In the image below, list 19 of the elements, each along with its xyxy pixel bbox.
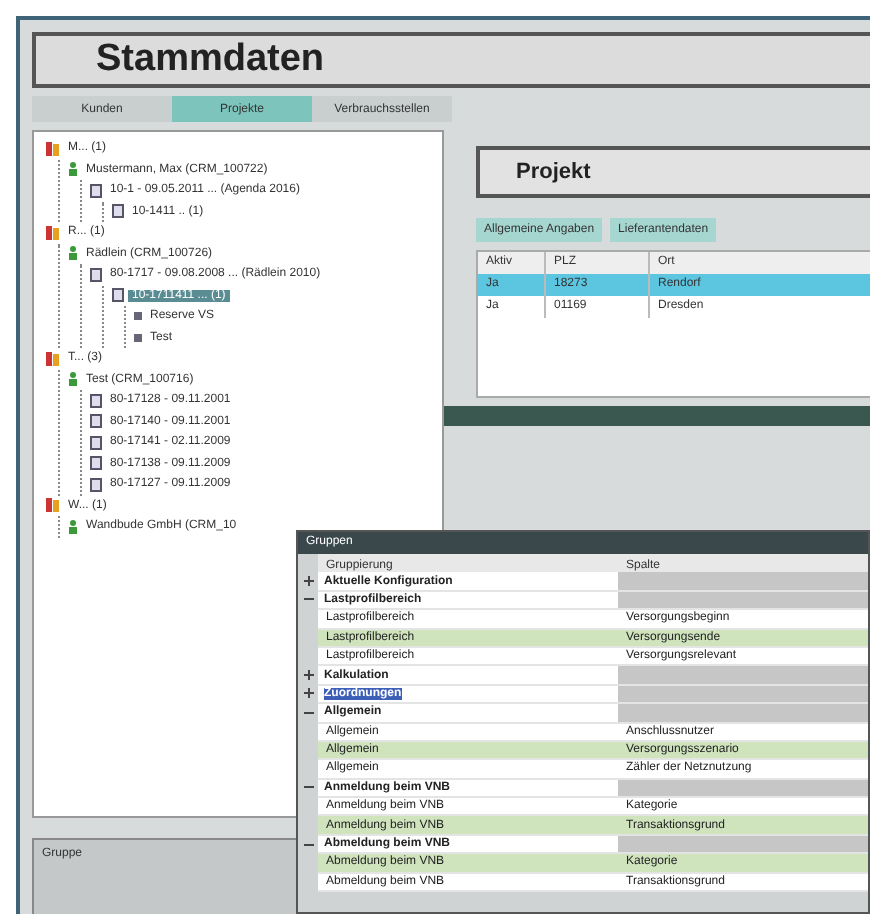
collapse-icon[interactable] [304,594,314,605]
people-icon [46,225,60,240]
bullet-icon [134,312,142,321]
people-icon [46,351,60,366]
collapse-icon[interactable] [304,707,314,718]
collapse-icon[interactable] [304,782,314,793]
bullet-icon [134,333,142,342]
person-icon [68,246,78,261]
person-icon [68,162,78,177]
expand-icon[interactable] [304,670,314,681]
panel-title: Projekt [476,146,870,198]
people-icon [46,498,60,513]
person-icon [68,519,78,534]
collapse-icon[interactable] [304,839,314,850]
window-title: Stammdaten [32,32,870,88]
expand-icon[interactable] [304,688,314,699]
person-icon [68,372,78,387]
people-icon [46,141,60,156]
expand-icon[interactable] [304,576,314,587]
